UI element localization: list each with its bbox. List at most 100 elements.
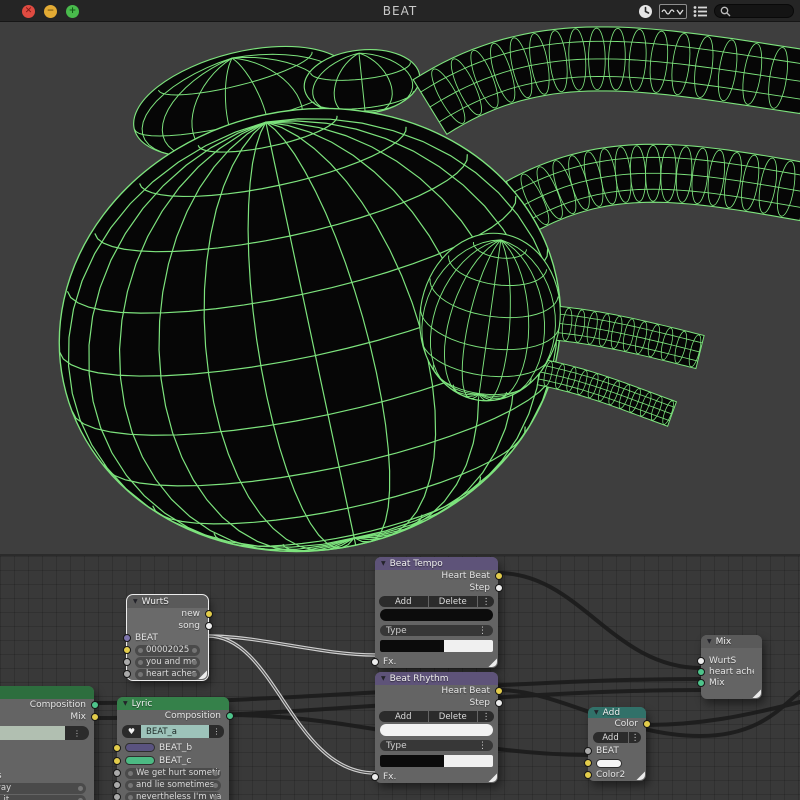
lyric-pill[interactable]: We get hurt sometimes [125,768,221,779]
socket-step-out[interactable] [495,699,503,707]
collapse-icon[interactable]: ▼ [381,560,386,567]
maximize-button[interactable]: + [66,5,79,18]
socket-color-out[interactable] [643,720,651,728]
lyric-pill[interactable]: nevertheless I'm waiting [125,792,221,800]
node-mix[interactable]: ▼ Mix WurtS heart ache Mix [701,635,762,699]
menu-icon[interactable]: ⋮ [209,725,224,738]
delete-button[interactable]: Delete [429,596,478,607]
collapse-icon[interactable]: ▼ [133,598,138,605]
add-dropdown[interactable]: Add [593,732,628,743]
resize-grip[interactable] [635,770,645,780]
node-add[interactable]: ▼ Add Color Add ⋮ BEAT Color2 [588,707,646,781]
socket-composition-out[interactable] [226,712,234,720]
add-button[interactable]: Add [379,596,428,607]
resize-grip[interactable] [487,772,497,782]
menu-icon[interactable]: ⋮ [478,711,494,722]
waveform-icon [661,6,685,17]
socket-mix-out[interactable] [91,713,99,721]
node-beat-tempo[interactable]: ▼ Beat Tempo Heart Beat Step Add Delete … [375,557,498,668]
text-field[interactable] [380,609,493,621]
socket-composition-out[interactable] [91,701,99,709]
resize-grip[interactable] [751,688,761,698]
socket-in[interactable] [113,769,121,777]
socket-song-out[interactable] [205,622,213,630]
menu-icon[interactable]: ⋮ [65,726,89,740]
socket-in[interactable] [113,793,121,800]
socket-in[interactable] [113,781,121,789]
output-label: Step [470,698,491,708]
color-swatch[interactable] [125,756,155,765]
color-swatch[interactable] [125,743,155,752]
socket-beat-c-in[interactable] [113,757,121,765]
collapse-icon[interactable]: ▼ [707,638,712,645]
resize-grip[interactable] [197,669,207,679]
value-pill[interactable]: 00002025 [135,645,200,656]
progress-bar[interactable] [380,640,493,652]
socket-in[interactable] [123,646,131,654]
node-editor[interactable]: Composition Mix ⋮ BEAT_b BEAT_c BEAT_cho… [0,554,800,800]
node-wurts[interactable]: ▼ WurtS new song BEAT 00002025 you and m… [127,595,208,680]
node-header[interactable]: ▼ WurtS [127,595,208,608]
socket-in[interactable] [123,670,131,678]
socket-beat-in[interactable] [123,634,131,642]
socket-beat-b-in[interactable] [113,744,121,752]
menu-icon[interactable]: ⋮ [629,732,641,743]
resize-grip[interactable] [487,657,497,667]
socket-in[interactable] [123,658,131,666]
node-header[interactable]: ▼ Beat Rhythm [375,672,498,685]
node-beat-rhythm[interactable]: ▼ Beat Rhythm Heart Beat Step Add Delete… [375,672,498,783]
node-header[interactable]: ▼ Lyric [117,697,229,710]
heart-wireframe [0,22,800,554]
socket-beat-in[interactable] [584,747,592,755]
socket-color2-in[interactable] [584,771,592,779]
output-label: Heart Beat [441,571,490,581]
beat-a-field[interactable]: ♥ BEAT_a ⋮ [122,725,224,738]
node-header[interactable]: ▼ Mix [701,635,762,648]
list-icon[interactable] [693,5,708,18]
socket-heartbeat-out[interactable] [495,687,503,695]
socket-heartache-in[interactable] [697,668,705,676]
collapse-icon[interactable]: ▼ [594,709,599,716]
color-swatch[interactable] [596,759,622,768]
socket-heartbeat-out[interactable] [495,572,503,580]
minimize-button[interactable]: − [44,5,57,18]
node-header[interactable] [0,686,94,699]
menu-icon[interactable]: ⋮ [478,596,494,607]
waveform-dropdown[interactable] [659,4,687,19]
socket-fx-in[interactable] [371,773,379,781]
socket-fx-in[interactable] [371,658,379,666]
lyric-pill[interactable]: and lie sometimes [125,780,221,791]
socket-mix-in[interactable] [697,679,705,687]
delete-button[interactable]: Delete [429,711,478,722]
socket-wurts-in[interactable] [697,657,705,665]
input-label: WurtS [709,656,736,666]
node-lyric[interactable]: ▼ Lyric Composition ♥ BEAT_a ⋮ BEAT_b BE… [117,697,229,800]
type-dropdown[interactable]: Type ⋮ [380,625,493,636]
text-field[interactable] [380,724,493,736]
node-song-bank[interactable]: Composition Mix ⋮ BEAT_b BEAT_c BEAT_cho… [0,686,94,800]
collapse-icon[interactable]: ▼ [123,700,128,707]
clock-icon[interactable] [638,4,653,19]
search-input[interactable] [714,4,794,18]
close-button[interactable]: ✕ [22,5,35,18]
node-header[interactable]: ▼ Add [588,707,646,718]
value-pill[interactable]: heart aches [135,669,200,680]
socket-new-out[interactable] [205,610,213,618]
type-dropdown[interactable]: Type ⋮ [380,740,493,751]
collapse-icon[interactable]: ▼ [381,675,386,682]
beat-a-value[interactable]: BEAT_a [141,725,209,738]
socket-color1-in[interactable] [584,759,592,767]
songbank-select-field[interactable] [0,726,65,740]
socket-step-out[interactable] [495,584,503,592]
songbank-select[interactable]: ⋮ [0,726,89,740]
heart-icon[interactable]: ♥ [122,725,141,738]
add-button[interactable]: Add [379,711,428,722]
lyric-pill[interactable]: it, pursued it [0,795,86,800]
progress-bar[interactable] [380,755,493,767]
viewport-3d[interactable] [0,22,800,554]
value-pill[interactable]: you and me [135,657,200,668]
node-header[interactable]: ▼ Beat Tempo [375,557,498,570]
row-label: BEAT_b [159,743,192,753]
lyric-pill[interactable]: hear faraway [0,783,86,794]
node-title: Add [603,708,620,718]
